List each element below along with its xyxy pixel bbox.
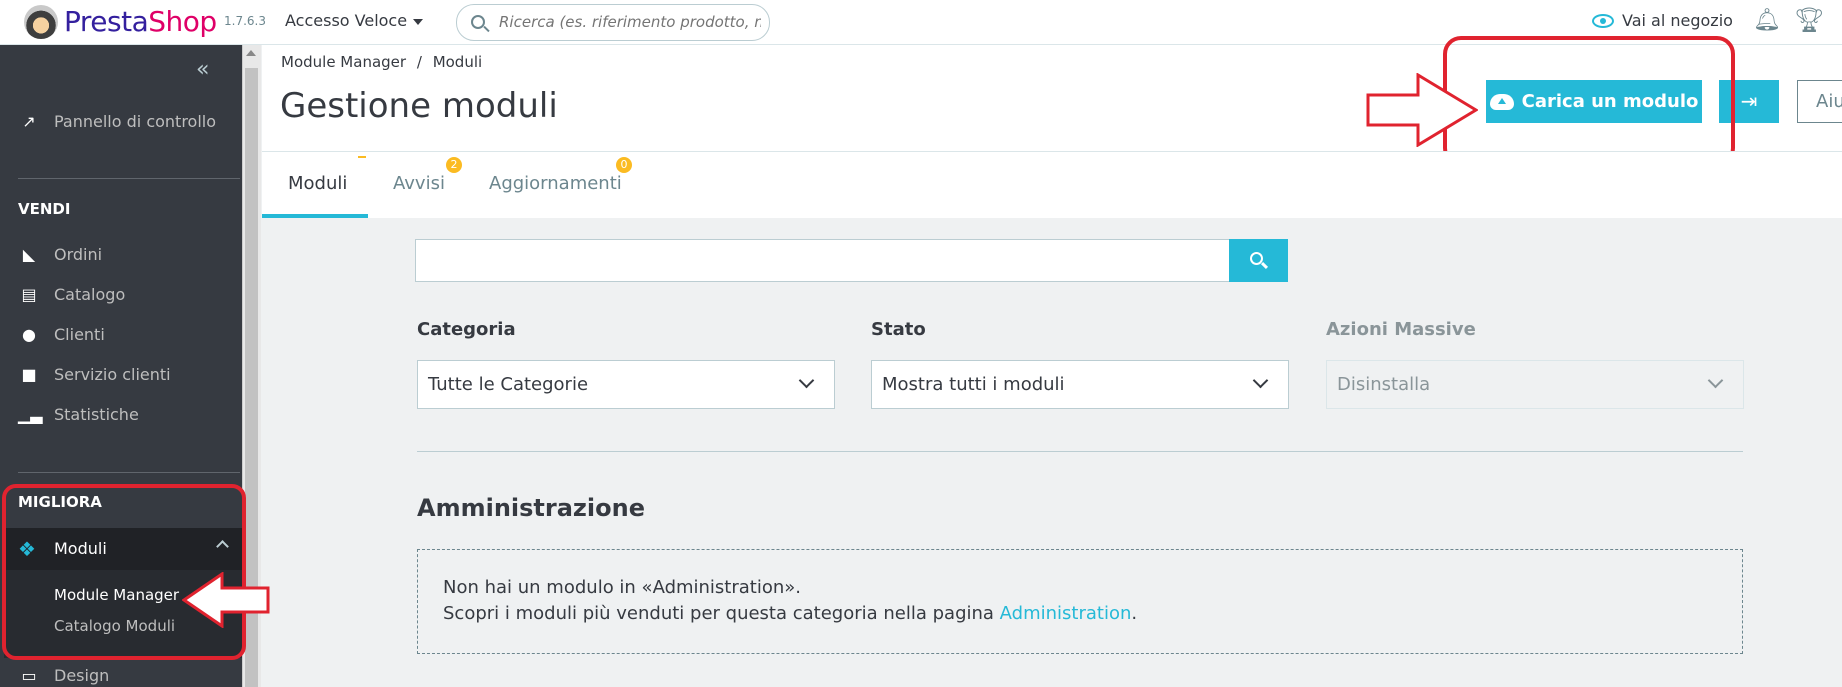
sidebar-item-customer-service[interactable]: ■ Servizio clienti bbox=[18, 365, 171, 384]
bulk-actions-label: Azioni Massive bbox=[1326, 319, 1476, 340]
sidebar-item-catalog[interactable]: ▤ Catalogo bbox=[18, 285, 125, 304]
bell-icon[interactable]: 🔔︎ bbox=[1753, 8, 1781, 33]
sidebar-item-label: Design bbox=[54, 666, 110, 685]
status-select[interactable]: Mostra tutti i moduli bbox=[871, 360, 1289, 409]
search-icon bbox=[471, 15, 485, 29]
module-search-button[interactable] bbox=[1229, 239, 1288, 282]
tab-modules[interactable]: Moduli bbox=[288, 173, 347, 194]
empty-state-suggestion: Scopri i moduli più venduti per questa c… bbox=[443, 603, 1137, 624]
sidebar-divider bbox=[18, 178, 240, 179]
basket-icon: ◣ bbox=[22, 245, 36, 264]
category-select[interactable]: Tutte le Categorie bbox=[417, 360, 835, 409]
category-filter-label: Categoria bbox=[417, 319, 516, 340]
bulk-actions-select: Disinstalla bbox=[1326, 360, 1744, 409]
annotation-arrow-left bbox=[182, 572, 270, 628]
breadcrumb-separator: / bbox=[416, 53, 422, 71]
version-label: 1.7.6.3 bbox=[224, 14, 266, 28]
active-tab-underline bbox=[262, 214, 368, 218]
section-title: Amministrazione bbox=[417, 494, 645, 522]
breadcrumb-current: Moduli bbox=[432, 53, 483, 71]
status-filter-label: Stato bbox=[871, 319, 926, 340]
chevron-down-icon bbox=[1252, 372, 1269, 389]
status-select-value: Mostra tutti i moduli bbox=[882, 374, 1065, 395]
view-shop-link[interactable]: Vai al negozio bbox=[1592, 11, 1733, 30]
brand-logo-text[interactable]: PrestaShop bbox=[64, 5, 217, 38]
brand-presta: Presta bbox=[64, 5, 149, 38]
sidebar-item-customers[interactable]: ● Clienti bbox=[18, 325, 105, 344]
trending-up-icon: ↗ bbox=[22, 112, 36, 131]
bulk-actions-value: Disinstalla bbox=[1337, 374, 1431, 395]
tab-updates[interactable]: Aggiornamenti bbox=[489, 173, 622, 194]
sidebar-item-orders[interactable]: ◣ Ordini bbox=[18, 245, 102, 264]
login-icon: ⇥ bbox=[1740, 91, 1758, 113]
sidebar-item-dashboard[interactable]: ↗ Pannello di controllo bbox=[18, 112, 216, 131]
eye-icon bbox=[1592, 14, 1614, 28]
updates-count-badge: 0 bbox=[616, 157, 632, 173]
sidebar-item-label: Pannello di controllo bbox=[54, 112, 217, 131]
global-search-input[interactable] bbox=[499, 13, 761, 31]
account-circle-icon: ● bbox=[22, 325, 36, 344]
annotation-arrow-right bbox=[1366, 73, 1478, 147]
sidebar-item-label: Catalogo bbox=[54, 285, 126, 304]
empty-state-suggestion-text: Scopri i moduli più venduti per questa c… bbox=[443, 603, 1000, 624]
chevron-down-icon bbox=[798, 372, 815, 389]
view-shop-label: Vai al negozio bbox=[1622, 11, 1733, 30]
quick-access-label: Accesso Veloce bbox=[285, 11, 408, 30]
page-title: Gestione moduli bbox=[280, 86, 558, 126]
tab-indicator-mark bbox=[358, 156, 366, 158]
empty-state-message: Non hai un modulo in «Administration». bbox=[443, 577, 802, 598]
sidebar-divider bbox=[18, 472, 240, 473]
store-icon: ▤ bbox=[21, 285, 37, 304]
alerts-count-badge: 2 bbox=[446, 157, 462, 173]
breadcrumb-parent-link[interactable]: Module Manager bbox=[281, 53, 406, 71]
collapse-sidebar-icon[interactable]: « bbox=[196, 57, 209, 82]
brand-shop: Shop bbox=[148, 5, 217, 38]
module-search-input[interactable] bbox=[415, 239, 1230, 282]
sidebar-item-label: Ordini bbox=[54, 245, 103, 264]
empty-state-box bbox=[417, 549, 1743, 654]
prestashop-logo-icon[interactable] bbox=[24, 5, 58, 39]
empty-state-suggestion-end: . bbox=[1131, 603, 1138, 624]
section-divider bbox=[417, 451, 1743, 452]
category-select-value: Tutte le Categorie bbox=[428, 374, 589, 395]
monitor-icon: ▭ bbox=[21, 666, 37, 685]
global-search[interactable] bbox=[456, 4, 770, 41]
sidebar-item-design[interactable]: ▭ Design bbox=[18, 666, 109, 685]
chat-icon: ■ bbox=[21, 365, 37, 384]
annotation-highlight-box bbox=[1443, 36, 1735, 166]
quick-access-dropdown[interactable]: Accesso Veloce bbox=[285, 11, 424, 30]
caret-down-icon bbox=[413, 18, 424, 25]
trophy-icon[interactable]: 🏆︎ bbox=[1794, 6, 1824, 34]
sidebar-section-sell: VENDI bbox=[18, 200, 71, 218]
chevron-down-icon bbox=[1707, 372, 1724, 389]
tab-alerts[interactable]: Avvisi bbox=[393, 173, 445, 194]
bar-chart-icon: ▁▃ bbox=[18, 405, 43, 424]
sidebar-item-label: Servizio clienti bbox=[54, 365, 171, 384]
scroll-up-arrow-icon[interactable] bbox=[246, 50, 256, 56]
sidebar-item-label: Statistiche bbox=[54, 405, 139, 424]
search-icon bbox=[1250, 252, 1263, 265]
breadcrumb: Module Manager / Moduli bbox=[281, 53, 482, 71]
help-button[interactable]: Aiu bbox=[1797, 80, 1842, 123]
sidebar-item-stats[interactable]: ▁▃ Statistiche bbox=[18, 405, 139, 424]
sidebar-item-label: Clienti bbox=[54, 325, 105, 344]
administration-link[interactable]: Administration bbox=[1000, 603, 1132, 624]
